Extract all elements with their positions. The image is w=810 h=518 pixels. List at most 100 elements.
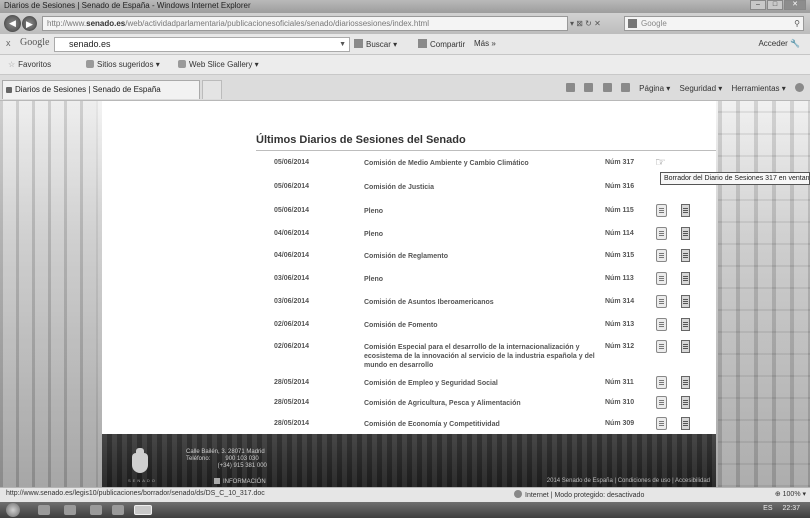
session-committee-link[interactable]: Comisión de Economía y Competitividad: [364, 420, 610, 429]
suggested-sites-label: Sitios sugeridos ▾: [97, 60, 160, 69]
menu-herramientas[interactable]: Herramientas ▾: [732, 84, 786, 93]
draft-window-icon[interactable]: [656, 272, 667, 285]
google-search-input[interactable]: senado.es ▼: [54, 37, 350, 52]
document-icon[interactable]: [681, 417, 690, 430]
document-icon[interactable]: [681, 376, 690, 389]
buscar-button[interactable]: Buscar ▾: [354, 39, 397, 49]
address-input[interactable]: http://www.senado.es/web/actividadparlam…: [42, 16, 568, 31]
close-window-button[interactable]: ✕: [784, 0, 806, 10]
session-number: Núm 115: [605, 207, 634, 214]
info-link[interactable]: INFORMACIÓN: [214, 478, 266, 485]
mas-button[interactable]: Más »: [474, 39, 496, 48]
back-button[interactable]: ◀: [4, 15, 21, 32]
chevron-down-icon[interactable]: ▼: [339, 38, 346, 51]
search-icon[interactable]: ⚲: [794, 17, 800, 30]
draft-window-icon[interactable]: [656, 204, 667, 217]
language-indicator[interactable]: ES: [763, 505, 772, 512]
draft-window-icon[interactable]: [656, 340, 667, 353]
session-date: 04/06/2014: [274, 252, 310, 259]
session-number: Núm 314: [605, 298, 635, 305]
document-icon[interactable]: [681, 340, 690, 353]
search-input[interactable]: Google ⚲: [624, 16, 804, 31]
google-query: senado.es: [69, 39, 111, 49]
session-committee-link[interactable]: Comisión de Justicia: [364, 183, 610, 192]
compartir-button[interactable]: Compartir: [418, 39, 465, 49]
url-domain: senado.es: [86, 19, 126, 28]
session-number: Núm 315: [605, 252, 635, 259]
mail-icon[interactable]: [602, 83, 612, 92]
word-icon[interactable]: [112, 505, 124, 515]
draft-window-icon[interactable]: [656, 295, 667, 308]
taskbar-app-icon[interactable]: [90, 505, 102, 515]
session-number: Núm 310: [605, 399, 635, 406]
google-toolbar: x Google senado.es ▼ Buscar ▾ Compartir …: [0, 34, 810, 55]
document-icon[interactable]: [681, 227, 690, 240]
session-date: 05/06/2014: [274, 183, 310, 190]
draft-window-icon[interactable]: [656, 318, 667, 331]
session-committee-link[interactable]: Pleno: [364, 230, 610, 239]
session-date: 03/06/2014: [274, 298, 310, 305]
document-icon[interactable]: [681, 249, 690, 262]
zoom-control[interactable]: ⊕ 100% ▾: [775, 490, 806, 498]
session-committee-link[interactable]: Comisión de Empleo y Seguridad Social: [364, 379, 610, 388]
new-tab-button[interactable]: [202, 80, 222, 99]
feeds-icon[interactable]: [584, 83, 594, 92]
clock[interactable]: 22:37: [782, 505, 800, 512]
session-committee-link[interactable]: Comisión de Agricultura, Pesca y Aliment…: [364, 399, 610, 408]
draft-window-icon[interactable]: [656, 249, 667, 262]
menu-seguridad[interactable]: Seguridad ▾: [680, 84, 723, 93]
system-tray: ES 22:37: [755, 505, 800, 512]
start-button[interactable]: [6, 503, 20, 517]
document-icon[interactable]: [681, 204, 690, 217]
title-divider: [256, 150, 716, 151]
address-controls[interactable]: ▾ ⊠ ↻ ✕: [570, 16, 622, 31]
minimize-button[interactable]: –: [750, 0, 766, 10]
session-committee-link[interactable]: Pleno: [364, 207, 610, 216]
tab-label: Diarios de Sesiones | Senado de España: [15, 85, 161, 94]
globe-icon: [514, 490, 522, 498]
security-zone[interactable]: Internet | Modo protegido: desactivado: [514, 490, 644, 499]
login-button[interactable]: Acceder 🔧: [758, 39, 800, 48]
draft-window-icon[interactable]: [656, 396, 667, 409]
windows-taskbar: ES 22:37: [0, 502, 810, 518]
footer-legal-links[interactable]: 2014 Senado de España | Condiciones de u…: [547, 478, 710, 484]
ie-taskbar-icon[interactable]: [134, 505, 152, 515]
session-committee-link[interactable]: Comisión de Fomento: [364, 321, 610, 330]
maximize-button[interactable]: □: [767, 0, 783, 10]
document-icon[interactable]: [681, 396, 690, 409]
help-icon[interactable]: [795, 83, 804, 92]
document-icon[interactable]: [681, 318, 690, 331]
session-row: 05/06/2014 Comisión de Medio Ambiente y …: [102, 155, 716, 173]
draft-window-icon[interactable]: [656, 417, 667, 430]
tab-diarios[interactable]: Diarios de Sesiones | Senado de España: [2, 80, 200, 99]
session-date: 04/06/2014: [274, 230, 310, 237]
menu-pagina[interactable]: Página ▾: [639, 84, 670, 93]
command-bar: Página ▾ Seguridad ▾ Herramientas ▾: [559, 83, 804, 93]
draft-window-icon[interactable]: [656, 227, 667, 240]
session-committee-link[interactable]: Pleno: [364, 275, 610, 284]
session-committee-link[interactable]: Comisión de Reglamento: [364, 252, 610, 261]
favorites-button[interactable]: ☆ Favoritos: [8, 60, 51, 69]
session-committee-link[interactable]: Comisión Especial para el desarrollo de …: [364, 343, 610, 370]
building-background-left: [0, 101, 96, 487]
taskbar-app-icon[interactable]: [38, 505, 50, 515]
session-committee-link[interactable]: Comisión de Medio Ambiente y Cambio Clim…: [364, 159, 610, 168]
url-path: /web/actividadparlamentaria/publicacione…: [125, 19, 429, 28]
tooltip: Borrador del Diario de Sesiones 317 en v…: [660, 172, 810, 185]
document-icon[interactable]: [681, 272, 690, 285]
web-slice-gallery-button[interactable]: Web Slice Gallery ▾: [178, 60, 259, 69]
home-icon[interactable]: [566, 83, 576, 92]
session-committee-link[interactable]: Comisión de Asuntos Iberoamericanos: [364, 298, 610, 307]
tab-row: Diarios de Sesiones | Senado de España P…: [0, 75, 810, 101]
forward-button[interactable]: ▶: [22, 16, 37, 31]
suggested-sites-button[interactable]: Sitios sugeridos ▾: [86, 60, 160, 69]
session-date: 28/05/2014: [274, 399, 310, 406]
page-title: Últimos Diarios de Sesiones del Senado: [256, 134, 466, 146]
close-toolbar-icon[interactable]: x: [6, 38, 11, 48]
draft-window-icon[interactable]: [656, 376, 667, 389]
session-row: 05/06/2014 Comisión de Justicia Núm 316: [102, 179, 716, 197]
document-icon[interactable]: [681, 295, 690, 308]
taskbar-app-icon[interactable]: [64, 505, 76, 515]
print-icon[interactable]: [620, 83, 630, 92]
session-number: Núm 113: [605, 275, 634, 282]
